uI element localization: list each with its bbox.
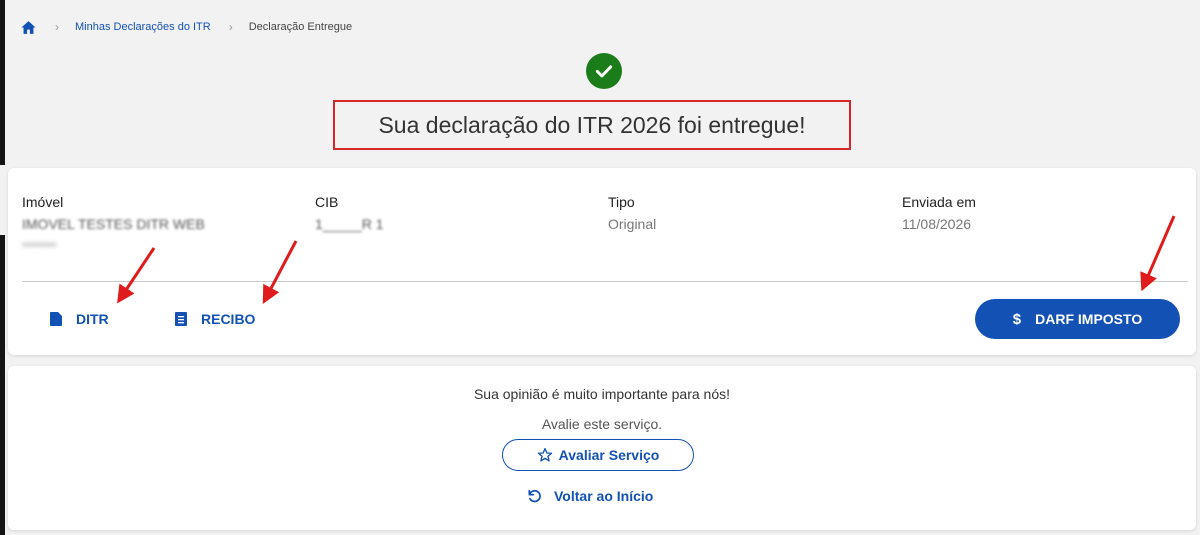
left-edge-bar — [0, 0, 5, 535]
feedback-card: Sua opinião é muito importante para nós!… — [8, 366, 1196, 530]
star-icon — [537, 448, 552, 462]
feedback-title: Sua opinião é muito importante para nós! — [473, 386, 731, 402]
darf-label: DARF IMPOSTO — [1035, 311, 1143, 327]
imovel-value-extra: ••••••• — [22, 236, 57, 252]
file-icon — [50, 312, 62, 326]
breadcrumb: › Minhas Declarações do ITR › Declaração… — [20, 16, 352, 38]
breadcrumb-link-minhas-declaracoes[interactable]: Minhas Declarações do ITR — [75, 21, 211, 33]
enviada-field: Enviada em 11/08/2026 — [902, 194, 976, 232]
page-title: Sua declaração do ITR 2026 foi entregue! — [378, 111, 806, 138]
ditr-link[interactable]: DITR — [50, 311, 109, 327]
cib-value: 1_____R 1 — [315, 216, 384, 232]
tipo-field: Tipo Original — [608, 194, 656, 232]
success-check-icon — [586, 53, 622, 89]
undo-icon — [528, 489, 541, 503]
feedback-subtitle: Avalie este serviço. — [541, 416, 663, 432]
receipt-icon — [175, 312, 187, 326]
imovel-field: Imóvel IMOVEL TESTES DITR WEB ••••••• — [22, 194, 205, 252]
voltar-inicio-link[interactable]: Voltar ao Início — [526, 488, 653, 504]
declaration-summary-card: Imóvel IMOVEL TESTES DITR WEB ••••••• CI… — [8, 168, 1196, 355]
dollar-icon: $ — [1012, 310, 1022, 328]
chevron-right-icon: › — [228, 20, 233, 34]
voltar-inicio-label: Voltar ao Início — [554, 488, 654, 504]
breadcrumb-current: Declaração Entregue — [248, 21, 353, 33]
enviada-label: Enviada em — [902, 194, 976, 210]
tipo-value: Original — [608, 216, 657, 232]
enviada-value: 11/08/2026 — [902, 216, 972, 232]
ditr-label: DITR — [76, 311, 109, 327]
recibo-label: RECIBO — [201, 311, 256, 327]
home-icon[interactable] — [20, 19, 37, 36]
recibo-link[interactable]: RECIBO — [175, 311, 255, 327]
tipo-label: Tipo — [608, 194, 635, 210]
divider — [22, 281, 1188, 282]
imovel-label: Imóvel — [22, 194, 64, 210]
imovel-value: IMOVEL TESTES DITR WEB — [22, 216, 205, 232]
success-title-box: Sua declaração do ITR 2026 foi entregue! — [333, 100, 851, 150]
darf-imposto-button[interactable]: $ DARF IMPOSTO — [975, 299, 1180, 339]
cib-field: CIB 1_____R 1 — [315, 194, 384, 232]
cib-label: CIB — [315, 194, 339, 210]
avaliar-servico-label: Avaliar Serviço — [558, 447, 660, 463]
avaliar-servico-button[interactable]: Avaliar Serviço — [502, 439, 694, 471]
chevron-right-icon: › — [55, 20, 59, 34]
